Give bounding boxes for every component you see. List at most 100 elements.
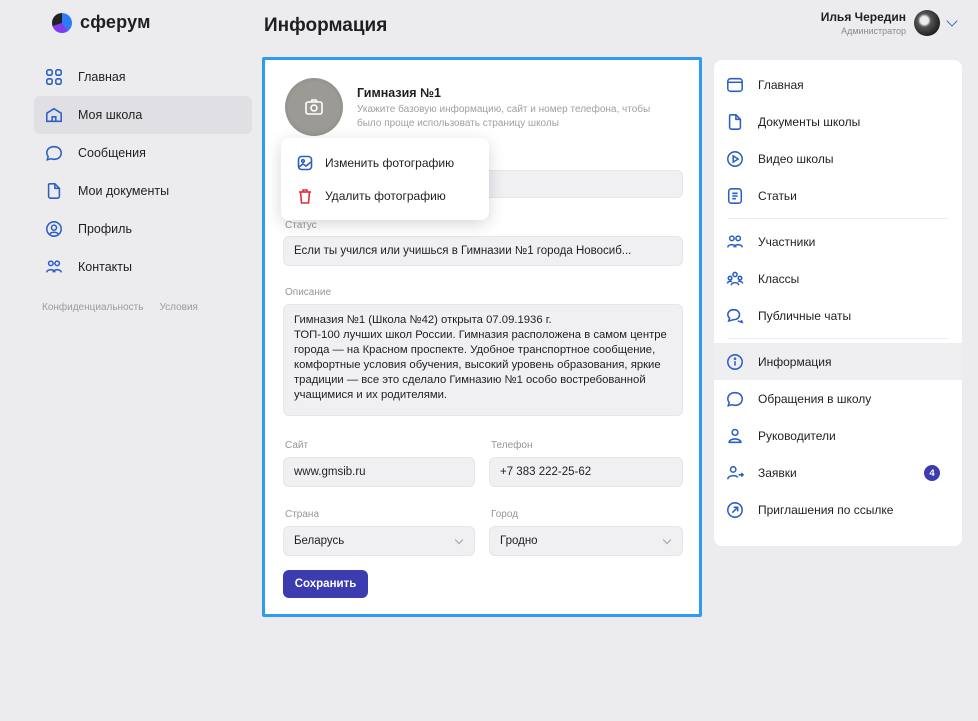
school-nav-link-invites[interactable]: Приглашения по ссылке	[714, 491, 962, 528]
school-nav-applications[interactable]: Заявки 4	[714, 454, 962, 491]
document-icon	[44, 181, 64, 201]
city-label: Город	[491, 509, 519, 520]
site-label: Сайт	[285, 440, 309, 451]
window-icon	[727, 77, 743, 92]
top-bar: сферум Информация Илья Чередин Администр…	[0, 0, 978, 56]
school-nav-label: Информация	[758, 354, 832, 369]
chats-icon	[727, 308, 744, 323]
sidebar-item-label: Моя школа	[78, 108, 143, 122]
users-icon	[727, 234, 743, 248]
school-name: Гимназия №1	[357, 86, 441, 100]
profile-icon	[44, 219, 64, 239]
school-nav-information[interactable]: Информация	[714, 343, 962, 380]
school-icon	[44, 105, 64, 125]
play-icon	[727, 150, 743, 167]
document-icon	[728, 113, 742, 130]
country-label: Страна	[285, 509, 320, 520]
sidebar-item-label: Главная	[78, 70, 126, 84]
change-photo-label: Изменить фотографию	[325, 155, 455, 170]
user-menu[interactable]: Илья Чередин Администратор	[820, 10, 958, 36]
trash-icon	[299, 188, 311, 204]
privacy-link[interactable]: Конфиденциальность	[42, 302, 143, 313]
school-nav-classes[interactable]: Классы	[714, 260, 962, 297]
save-button[interactable]: Сохранить	[283, 570, 368, 598]
change-photo-item[interactable]: Изменить фотографию	[281, 146, 489, 179]
school-nav-label: Публичные чаты	[758, 308, 852, 323]
contacts-icon	[44, 257, 64, 277]
sidebar-item-label: Сообщения	[78, 146, 146, 160]
school-nav-label: Участники	[758, 234, 816, 249]
sidebar-item-label: Контакты	[78, 260, 132, 274]
divider	[728, 338, 948, 339]
person-icon	[728, 428, 742, 443]
page-title: Информация	[264, 15, 388, 36]
divider	[728, 218, 948, 219]
sidebar-item-profile[interactable]: Профиль	[34, 210, 252, 248]
school-nav-label: Главная	[758, 77, 804, 92]
logo-icon	[52, 12, 72, 33]
image-icon	[297, 155, 313, 170]
avatar[interactable]	[914, 10, 940, 36]
school-nav-video[interactable]: Видео школы	[714, 140, 962, 177]
grid-icon	[44, 67, 64, 87]
sidebar-item-contacts[interactable]: Контакты	[34, 248, 252, 286]
count-badge: 4	[924, 465, 940, 481]
sidebar-item-messages[interactable]: Сообщения	[34, 134, 252, 172]
status-field[interactable]: Если ты учился или учишься в Гимназии №1…	[283, 236, 683, 266]
city-value: Гродно	[500, 535, 538, 547]
school-nav-managers[interactable]: Руководители	[714, 417, 962, 454]
school-nav-members[interactable]: Участники	[714, 223, 962, 260]
sidebar-item-documents[interactable]: Мои документы	[34, 172, 252, 210]
classes-icon	[726, 271, 744, 285]
phone-field[interactable]: +7 383 222-25-62	[489, 457, 683, 487]
chevron-down-icon[interactable]	[946, 15, 958, 27]
school-nav-documents[interactable]: Документы школы	[714, 103, 962, 140]
school-nav-requests-to-school[interactable]: Обращения в школу	[714, 380, 962, 417]
description-field[interactable]: Гимназия №1 (Школа №42) открыта 07.09.19…	[283, 304, 683, 416]
user-role: Администратор	[841, 26, 906, 36]
chat-icon	[727, 391, 743, 407]
sidebar-item-home[interactable]: Главная	[34, 58, 252, 96]
school-nav-panel: Главная Документы школы Видео школы Стат…	[714, 60, 962, 546]
status-label: Статус	[285, 220, 317, 231]
delete-photo-item[interactable]: Удалить фотографию	[281, 179, 489, 212]
school-nav-label: Классы	[758, 271, 800, 286]
school-photo[interactable]	[285, 78, 343, 136]
article-icon	[727, 187, 743, 204]
school-nav-label: Руководители	[758, 428, 836, 443]
left-sidebar: Главная Моя школа Сообщения Мои документ…	[34, 58, 252, 313]
school-nav-articles[interactable]: Статьи	[714, 177, 962, 214]
school-nav-label: Видео школы	[758, 151, 834, 166]
terms-link[interactable]: Условия	[159, 302, 198, 313]
school-nav-label: Обращения в школу	[758, 391, 872, 406]
school-description: Укажите базовую информацию, сайт и номер…	[357, 104, 651, 129]
chat-icon	[44, 143, 64, 163]
school-nav-label: Документы школы	[758, 114, 861, 129]
country-select[interactable]: Беларусь	[283, 526, 475, 556]
description-label: Описание	[285, 287, 332, 298]
add-person-icon	[727, 465, 744, 479]
site-field[interactable]: www.gmsib.ru	[283, 457, 475, 487]
logo[interactable]: сферум	[52, 12, 151, 33]
sidebar-item-my-school[interactable]: Моя школа	[34, 96, 252, 134]
chevron-down-icon	[454, 535, 464, 545]
photo-menu: Изменить фотографию Удалить фотографию	[281, 138, 489, 220]
chevron-down-icon	[662, 535, 672, 545]
school-header: Гимназия №1 Укажите базовую информацию, …	[285, 78, 657, 136]
info-icon	[727, 353, 743, 370]
user-name: Илья Чередин	[820, 10, 906, 24]
phone-label: Телефон	[491, 440, 533, 451]
school-nav-label: Статьи	[758, 188, 797, 203]
school-nav-label: Приглашения по ссылке	[758, 502, 894, 517]
city-select[interactable]: Гродно	[489, 526, 683, 556]
sidebar-footer: Конфиденциальность Условия	[34, 302, 252, 313]
school-nav-public-chats[interactable]: Публичные чаты	[714, 297, 962, 334]
delete-photo-label: Удалить фотографию	[325, 188, 446, 203]
logo-text: сферум	[80, 12, 151, 32]
sidebar-item-label: Мои документы	[78, 184, 170, 198]
sidebar-item-label: Профиль	[78, 222, 132, 236]
school-nav-home[interactable]: Главная	[714, 66, 962, 103]
country-value: Беларусь	[294, 535, 345, 547]
school-nav-label: Заявки	[758, 465, 797, 480]
link-arrow-icon	[727, 501, 743, 518]
